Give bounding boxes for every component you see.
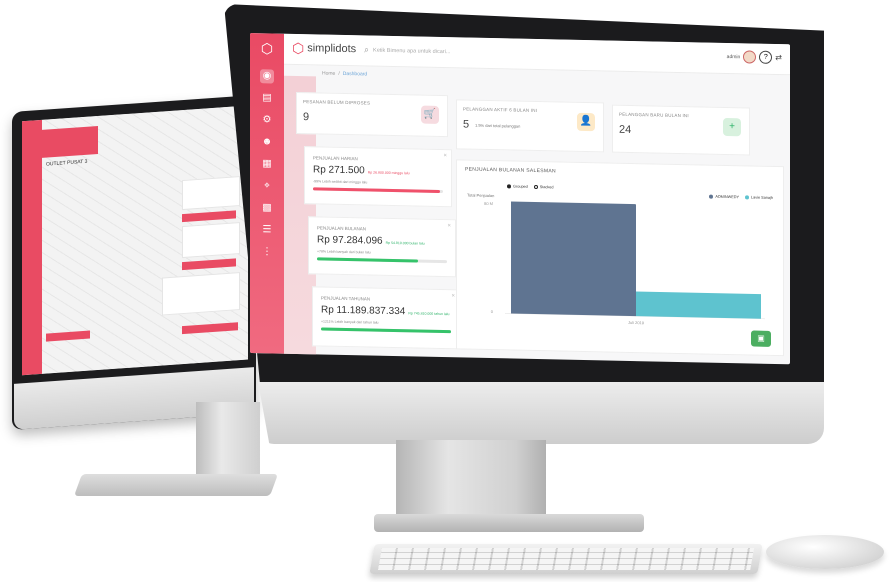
- sales-trend: -99% Lebih sedikit dari minggu lalu: [313, 179, 368, 185]
- users-icon[interactable]: ☻: [260, 135, 274, 149]
- grid-icon[interactable]: ▩: [260, 201, 274, 215]
- more-icon[interactable]: ⋮: [260, 245, 274, 259]
- main-monitor-foot: [374, 514, 644, 532]
- salesman-bar-chart: Total Penjualan 80 M 0 Juli 2019: [467, 193, 765, 325]
- sales-trend: +78% Lebih banyak dari bulan lalu: [317, 249, 371, 255]
- stat-card-new-customers[interactable]: Pelanggan Baru Bulan Ini 24 +: [612, 104, 750, 156]
- progress-fill: [321, 327, 451, 334]
- person-add-icon: +: [723, 117, 741, 137]
- chart-title: Penjualan Bulanan Salesman: [465, 166, 556, 175]
- sales-label: Penjualan Harian: [313, 155, 358, 162]
- sales-card-yearly[interactable]: × Penjualan Tahunan Rp 11.189.837.334 Rp …: [312, 286, 460, 350]
- sales-period: Rp 745.810.000 tahun lalu: [408, 311, 450, 317]
- progress-fill: [313, 187, 441, 193]
- brand-logo-icon: ⬡: [292, 39, 305, 57]
- y-tick-label: 0: [491, 309, 494, 314]
- orders-icon[interactable]: ▤: [260, 91, 274, 105]
- sales-card-daily[interactable]: × Penjualan Harian Rp 271.500 Rp 26.800.0…: [304, 146, 452, 208]
- secondary-sidebar: [22, 119, 42, 376]
- secondary-screen: OUTLET PUSAT 3: [22, 105, 248, 376]
- help-icon[interactable]: ?: [759, 50, 773, 64]
- person-icon: 👤: [577, 112, 595, 132]
- avatar[interactable]: [743, 50, 757, 64]
- sales-amount: Rp 11.189.837.334: [321, 304, 406, 318]
- export-button[interactable]: ▣: [751, 330, 771, 347]
- sales-value: Rp 97.284.096 Rp 54.910.000 bulan lalu: [317, 234, 425, 247]
- close-icon[interactable]: ×: [447, 223, 451, 229]
- sales-period: Rp 54.910.000 bulan lalu: [385, 240, 425, 246]
- sales-amount: Rp 271.500: [313, 164, 365, 177]
- stat-label: Pelanggan Baru Bulan Ini: [619, 111, 689, 119]
- secondary-header-panel: [42, 125, 98, 158]
- list-icon[interactable]: ☰: [260, 223, 274, 237]
- close-icon[interactable]: ×: [443, 153, 447, 159]
- sales-value: Rp 271.500 Rp 26.800.000 minggu lalu: [313, 164, 410, 177]
- user-name: admin: [726, 53, 741, 60]
- breadcrumb: Home / Dashboard: [322, 71, 367, 78]
- keyboard: [369, 544, 763, 574]
- map-pin-icon[interactable]: ⌖: [260, 179, 274, 193]
- sales-value: Rp 11.189.837.334 Rp 745.810.000 tahun la…: [321, 304, 449, 318]
- progress-bar: [313, 187, 443, 194]
- brand-name: simplidots: [307, 42, 357, 56]
- y-axis-label: Total Penjualan: [467, 193, 494, 199]
- search-icon: ⌕: [364, 44, 370, 55]
- breadcrumb-current: Dashboard: [342, 70, 368, 78]
- dashboard-icon[interactable]: ◉: [260, 69, 274, 84]
- settings-toggle-icon[interactable]: ⇄: [775, 53, 782, 62]
- keyboard-keys: [378, 548, 754, 570]
- secondary-monitor-body: OUTLET PUSAT 3: [12, 94, 256, 430]
- salesman-chart-card: Penjualan Bulanan Salesman Grouped Stack…: [456, 159, 784, 357]
- y-tick-label: 80 M: [484, 201, 493, 206]
- stat-card-active-customers[interactable]: Pelanggan Aktif 6 Bulan Ini 5 1.5% dari …: [456, 99, 604, 153]
- breadcrumb-home[interactable]: Home: [322, 71, 335, 77]
- sales-trend: +1211% Lebih banyak dari tahun lalu: [321, 319, 379, 325]
- close-icon[interactable]: ×: [451, 293, 455, 299]
- sales-label: Penjualan Tahunan: [321, 295, 371, 302]
- cart-icon: 🛒: [421, 105, 439, 124]
- progress-fill: [317, 257, 419, 263]
- sales-period: Rp 26.800.000 minggu lalu: [367, 170, 410, 176]
- cube-logo-icon[interactable]: ⬡: [258, 39, 276, 57]
- main-monitor-chin: [258, 382, 824, 444]
- bar-lavie-sanajh: [636, 291, 761, 319]
- search-box[interactable]: ⌕ Ketik Bimenu apa untuk dicari...: [364, 44, 450, 57]
- mouse: [766, 535, 884, 569]
- brand[interactable]: ⬡ simplidots: [292, 39, 357, 57]
- sales-card-monthly[interactable]: × Penjualan Bulanan Rp 97.284.096 Rp 54.9…: [308, 216, 456, 278]
- stat-value: 24: [619, 123, 632, 136]
- stat-subtext: 1.5% dari total pelanggan: [475, 122, 521, 129]
- secondary-monitor: OUTLET PUSAT 3: [12, 94, 256, 432]
- progress-bar: [321, 327, 451, 334]
- stat-value: 5: [463, 118, 470, 131]
- bar-adminwedy: [511, 201, 636, 317]
- stat-card-pending-orders[interactable]: Pesanan Belum Diproses 9 🛒: [296, 91, 448, 138]
- breadcrumb-separator: /: [338, 70, 340, 77]
- sales-label: Penjualan Bulanan: [317, 225, 367, 232]
- stat-label: Pelanggan Aktif 6 Bulan Ini: [463, 106, 538, 114]
- secondary-monitor-foot: [73, 474, 279, 496]
- dashboard-screen: ⬡ ◉ ▤ ⚙ ☻ ▦ ⌖ ▩ ☰ ⋮ ⬡ simplidots ⌕ Ketik…: [250, 33, 790, 365]
- user-menu[interactable]: admin ? ⇄: [727, 50, 782, 64]
- settings-icon[interactable]: ⚙: [260, 113, 274, 127]
- stat-value: 9: [303, 111, 310, 124]
- progress-bar: [317, 257, 447, 264]
- sidebar: ⬡ ◉ ▤ ⚙ ☻ ▦ ⌖ ▩ ☰ ⋮: [250, 33, 284, 354]
- reports-icon[interactable]: ▦: [260, 157, 274, 171]
- stat-label: Pesanan Belum Diproses: [303, 99, 371, 106]
- x-tick-label: Juli 2019: [628, 320, 645, 325]
- search-input[interactable]: Ketik Bimenu apa untuk dicari...: [373, 47, 450, 55]
- sales-amount: Rp 97.284.096: [317, 234, 383, 247]
